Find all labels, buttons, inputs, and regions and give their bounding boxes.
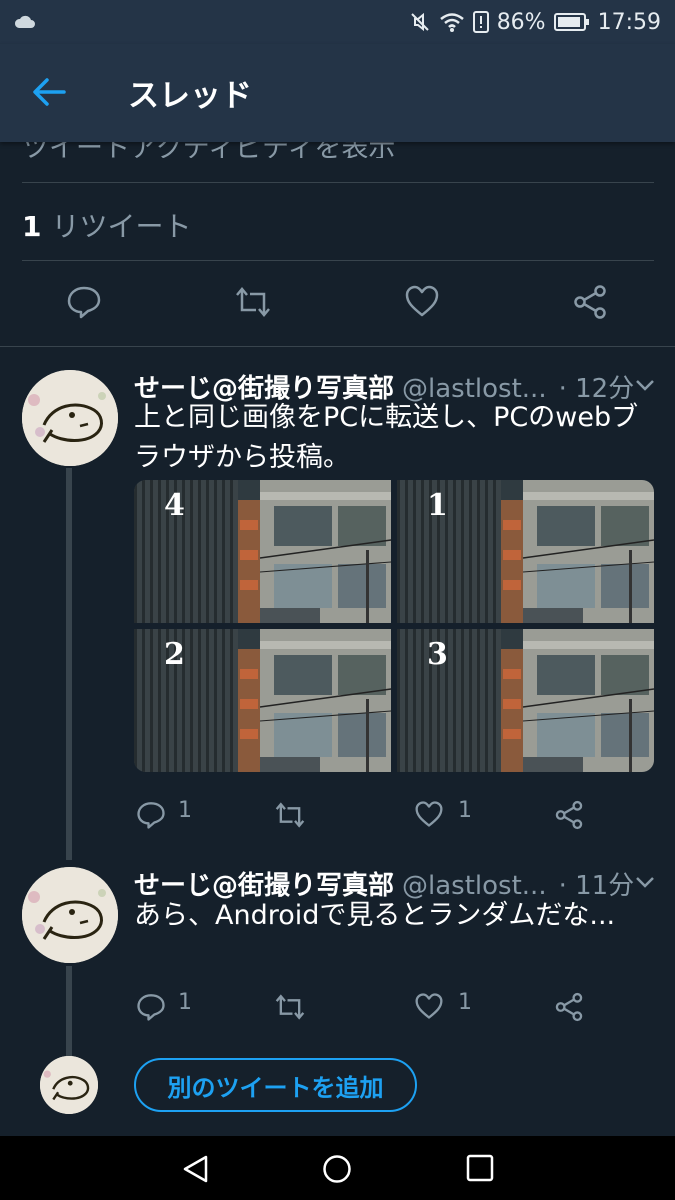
reply-2-actions: 1 1	[0, 982, 675, 1042]
media-photo-number: 1	[427, 488, 448, 523]
like-icon[interactable]	[414, 800, 444, 828]
clock: 17:59	[597, 9, 661, 35]
divider	[22, 182, 654, 183]
reply-1-actions: 1 1	[0, 790, 675, 850]
avatar-drawing-icon	[22, 867, 118, 963]
add-another-tweet-button[interactable]: 別のツイートを追加	[134, 1058, 417, 1112]
divider	[0, 346, 675, 347]
app-header: スレッド	[0, 44, 675, 142]
reply-icon[interactable]	[66, 284, 102, 320]
reply-icon[interactable]	[136, 800, 166, 830]
mute-icon	[410, 12, 429, 32]
android-nav-bar	[0, 1136, 675, 1200]
nav-home-icon[interactable]	[322, 1154, 352, 1184]
reply-count: 1	[178, 798, 192, 823]
wifi-icon	[439, 13, 464, 32]
media-photo-number: 4	[164, 488, 185, 523]
reply-icon[interactable]	[136, 992, 166, 1022]
media-photo[interactable]: 1	[397, 480, 654, 623]
avatar[interactable]	[22, 867, 118, 963]
like-count: 1	[458, 798, 472, 823]
avatar-drawing-icon	[22, 370, 118, 466]
retweet-count-number: 1	[22, 210, 42, 243]
share-icon[interactable]	[554, 992, 584, 1022]
media-grid: 4 1 2 3	[134, 480, 654, 772]
status-bar: 86% 17:59	[0, 0, 675, 44]
retweet-icon[interactable]	[274, 800, 306, 830]
like-icon[interactable]	[404, 284, 440, 318]
cloud-icon	[14, 15, 35, 28]
reply-count: 1	[178, 990, 192, 1015]
back-arrow-icon[interactable]	[30, 72, 70, 112]
retweet-icon[interactable]	[234, 284, 272, 320]
share-icon[interactable]	[572, 284, 608, 320]
avatar-drawing-icon	[40, 1056, 98, 1114]
like-count: 1	[458, 990, 472, 1015]
tweet-text: あら、Androidで見るとランダムだな...	[134, 900, 616, 931]
nav-back-icon[interactable]	[181, 1154, 211, 1184]
tweet-text: 上と同じ画像をPCに転送し、PCのwebブラウザから投稿。	[134, 402, 639, 473]
page-title: スレッド	[128, 78, 252, 114]
chevron-down-icon[interactable]	[634, 374, 656, 396]
nav-recents-icon[interactable]	[466, 1154, 494, 1182]
main-tweet-actions	[0, 274, 675, 334]
avatar	[40, 1056, 98, 1114]
media-photo-number: 2	[164, 637, 185, 672]
retweet-count-label: リツイート	[51, 210, 192, 243]
media-photo-number: 3	[427, 637, 448, 672]
media-photo[interactable]: 3	[397, 629, 654, 772]
sim-alert-icon	[472, 11, 489, 33]
battery-icon	[553, 13, 589, 31]
media-photo[interactable]: 2	[134, 629, 391, 772]
avatar[interactable]	[22, 370, 118, 466]
like-icon[interactable]	[414, 992, 444, 1020]
divider	[22, 260, 654, 261]
retweet-count[interactable]: 1 リツイート	[22, 205, 192, 245]
battery-percent: 86%	[496, 9, 546, 35]
chevron-down-icon[interactable]	[634, 871, 656, 893]
share-icon[interactable]	[554, 800, 584, 830]
media-photo[interactable]: 4	[134, 480, 391, 623]
retweet-icon[interactable]	[274, 992, 306, 1022]
